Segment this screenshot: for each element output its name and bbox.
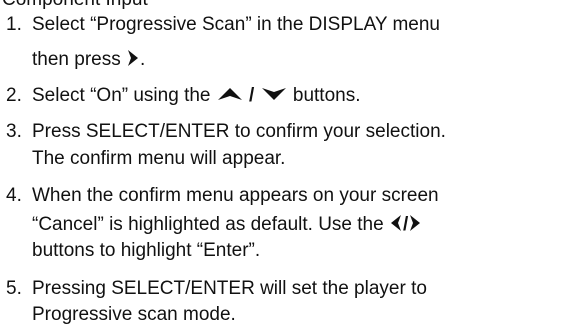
step-number: 1. xyxy=(6,14,22,35)
step-number: 5. xyxy=(6,278,22,299)
step-1-line-1: 1. Select “Progressive Scan” in the DISPL… xyxy=(6,12,440,37)
step-3-line-1: 3. Press SELECT/ENTER to confirm your sel… xyxy=(6,119,446,144)
right-arrow-icon xyxy=(409,214,421,232)
section-heading-partial: Component Input xyxy=(2,0,148,11)
step-1-line-2: then press . xyxy=(6,47,145,72)
step-text: Select “On” using the xyxy=(32,85,216,106)
right-arrow-icon xyxy=(127,49,139,67)
step-5-line-1: 5. Pressing SELECT/ENTER will set the pla… xyxy=(6,276,427,301)
step-number: 4. xyxy=(6,185,22,206)
step-text: The confirm menu will appear. xyxy=(32,148,286,169)
step-4-line-2: “Cancel” is highlighted as default. Use … xyxy=(6,212,422,237)
step-text: . xyxy=(140,49,146,70)
step-2-line-1: 2. Select “On” using the / buttons. xyxy=(6,83,361,108)
step-number: 3. xyxy=(6,121,22,142)
step-5-line-2: Progressive scan mode. xyxy=(6,302,236,327)
step-text: buttons. xyxy=(287,85,361,106)
instructions-page: Component Input 1. Select “Progressive Sc… xyxy=(0,0,563,327)
step-text: then press xyxy=(32,49,126,70)
step-text: / xyxy=(243,85,260,106)
step-text: “Cancel” is highlighted as default. Use … xyxy=(32,214,389,235)
left-arrow-icon xyxy=(390,214,402,232)
step-number: 2. xyxy=(6,85,22,106)
step-text: Progressive scan mode. xyxy=(32,304,236,325)
step-text: Press SELECT/ENTER to confirm your selec… xyxy=(32,121,446,142)
step-text: / xyxy=(402,214,409,235)
step-text: buttons to highlight “Enter”. xyxy=(32,240,261,261)
step-4-line-1: 4. When the confirm menu appears on your … xyxy=(6,183,439,208)
up-arrow-icon xyxy=(217,87,243,101)
step-3-line-2: The confirm menu will appear. xyxy=(6,146,285,171)
step-4-line-3: buttons to highlight “Enter”. xyxy=(6,238,260,263)
step-text: Pressing SELECT/ENTER will set the playe… xyxy=(32,278,427,299)
down-arrow-icon xyxy=(261,87,287,101)
step-text: Select “Progressive Scan” in the DISPLAY… xyxy=(32,14,440,35)
step-text: When the confirm menu appears on your sc… xyxy=(32,185,439,206)
